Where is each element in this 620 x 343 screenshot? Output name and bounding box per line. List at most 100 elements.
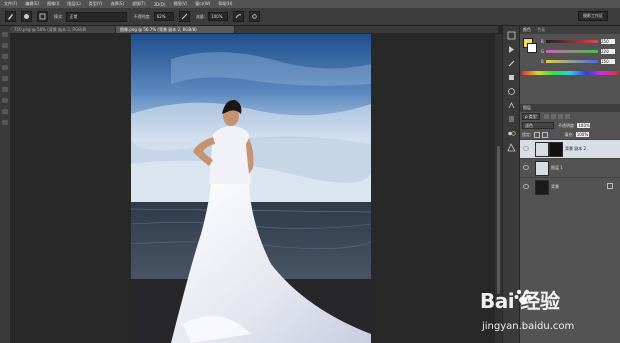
- color-panel: R 250 G 220 B 150: [520, 34, 620, 76]
- workspace-button[interactable]: 摄影工作区: [578, 11, 608, 21]
- menu-bar: 文件(F) 编辑(E) 图像(I) 图层(L) 类型(Y) 选择(S) 滤镜(T…: [0, 0, 620, 8]
- menu-image[interactable]: 图像(I): [43, 1, 63, 7]
- scrollbar-thumb[interactable]: [497, 146, 500, 294]
- pressure-opacity-icon[interactable]: [178, 11, 190, 22]
- menu-file[interactable]: 文件(F): [0, 1, 21, 7]
- eraser-tool-icon[interactable]: [2, 87, 8, 92]
- channel-slider-b[interactable]: [546, 60, 598, 63]
- canvas-area[interactable]: [11, 34, 495, 343]
- info-icon[interactable]: [507, 87, 516, 96]
- color-panel-header: 颜色 色板: [520, 26, 620, 34]
- pressure-size-icon[interactable]: [249, 11, 261, 22]
- layer-thumbnail: [535, 161, 549, 176]
- layers-panel: 图层 ρ 类型 滤色 不透明度: 100% 锁定: 填充: 100% 背景 副本…: [520, 104, 620, 196]
- tab-swatches[interactable]: 色板: [537, 27, 545, 32]
- tab-document-2[interactable]: 图像.png @ 56.7% (背景 副本 2, RGB/8): [116, 26, 235, 33]
- layer-row[interactable]: 背景 副本 2: [520, 139, 620, 158]
- baidu-jingyan-watermark: Bai 经验 jingyan.baidu.com: [480, 285, 610, 340]
- channel-value-r[interactable]: 250: [601, 39, 615, 44]
- layer-filter-row: ρ 类型: [520, 112, 620, 121]
- mode-select[interactable]: 正常: [66, 11, 128, 22]
- channel-value-b[interactable]: 150: [601, 59, 615, 64]
- character-icon[interactable]: [507, 101, 516, 110]
- channel-slider-g[interactable]: [546, 50, 598, 53]
- menu-layer[interactable]: 图层(L): [63, 1, 84, 7]
- brush-tool-icon[interactable]: [2, 76, 8, 81]
- lock-position-icon[interactable]: [542, 131, 549, 138]
- brush-preset-icon[interactable]: [21, 11, 32, 22]
- filter-adjustment-icon[interactable]: [550, 114, 556, 119]
- brush-tool-icon[interactable]: [5, 11, 16, 22]
- background-color-swatch[interactable]: [527, 43, 537, 53]
- zoom-tool-icon[interactable]: [2, 120, 8, 125]
- layer-opacity-label: 不透明度:: [558, 122, 576, 128]
- menu-window[interactable]: 窗口(W): [191, 1, 214, 7]
- mode-label: 模式:: [54, 13, 64, 19]
- fill-field[interactable]: 100%: [575, 132, 589, 137]
- channel-row-b: B 150: [541, 59, 615, 64]
- menu-type[interactable]: 类型(Y): [85, 1, 107, 7]
- menu-select[interactable]: 选择(S): [106, 1, 128, 7]
- filter-type-icon[interactable]: [557, 114, 563, 119]
- gradient-tool-icon[interactable]: [2, 98, 8, 103]
- tool-presets-icon[interactable]: [506, 143, 516, 152]
- layer-opacity-field[interactable]: 100%: [577, 123, 591, 128]
- visibility-eye-icon[interactable]: [523, 184, 529, 189]
- opacity-field[interactable]: 62%: [153, 12, 174, 21]
- menu-view[interactable]: 视图(V): [169, 1, 191, 7]
- watermark-url: jingyan.baidu.com: [482, 321, 575, 332]
- options-bar: 模式: 正常 不透明度: 62% 流量: 100% 摄影工作区: [0, 8, 620, 26]
- channel-slider-r[interactable]: [546, 40, 598, 43]
- layer-filter-select[interactable]: ρ 类型: [522, 113, 540, 120]
- layer-thumbnail: [535, 180, 549, 195]
- tab-color[interactable]: 颜色: [523, 27, 531, 32]
- history-icon[interactable]: [507, 31, 516, 40]
- channel-row-r: R 250: [541, 39, 615, 44]
- menu-filter[interactable]: 滤镜(T): [128, 1, 150, 7]
- brush-settings-icon[interactable]: [507, 59, 516, 68]
- blend-mode-select[interactable]: 滤色: [522, 122, 554, 129]
- clone-source-icon[interactable]: [507, 129, 516, 138]
- flow-field[interactable]: 100%: [208, 12, 229, 21]
- tab-document-1[interactable]: 750.png @ 56% (背景 副本 2, RGB/8): [10, 26, 116, 33]
- document-tabs: 750.png @ 56% (背景 副本 2, RGB/8) 图像.png @ …: [10, 26, 498, 33]
- marquee-tool-icon[interactable]: [2, 43, 8, 48]
- layer-thumbnail: [535, 142, 549, 157]
- lock-pixels-icon[interactable]: [534, 131, 541, 138]
- menu-3d[interactable]: 3D(D): [150, 2, 170, 7]
- layer-row[interactable]: 图层 1: [520, 158, 620, 177]
- channel-row-g: G 220: [541, 49, 615, 54]
- flow-label: 流量:: [195, 13, 206, 19]
- lock-row: 锁定: 填充: 100%: [520, 130, 620, 139]
- layer-name[interactable]: 背景 副本 2: [565, 146, 586, 152]
- layer-name[interactable]: 背景: [551, 184, 559, 190]
- filter-shape-icon[interactable]: [564, 114, 570, 119]
- layer-name[interactable]: 图层 1: [551, 165, 563, 171]
- move-tool-icon[interactable]: [2, 32, 8, 37]
- document-photo: [131, 34, 371, 343]
- blend-row: 滤色 不透明度: 100%: [520, 121, 620, 130]
- visibility-eye-icon[interactable]: [523, 165, 529, 170]
- actions-icon[interactable]: [507, 45, 516, 54]
- crop-tool-icon[interactable]: [2, 65, 8, 70]
- lock-label: 锁定:: [522, 131, 532, 137]
- lasso-tool-icon[interactable]: [2, 54, 8, 59]
- opacity-label: 不透明度:: [133, 13, 151, 19]
- filter-pixel-icon[interactable]: [543, 114, 549, 119]
- layers-panel-header: 图层: [520, 104, 620, 112]
- properties-icon[interactable]: [507, 73, 516, 82]
- paw-icon: [514, 289, 532, 304]
- channel-value-g[interactable]: 220: [601, 49, 615, 54]
- menu-help[interactable]: 帮助(H): [214, 1, 236, 7]
- layer-row[interactable]: 背景: [520, 177, 620, 196]
- tools-panel: [0, 26, 11, 343]
- visibility-eye-icon[interactable]: [523, 146, 529, 151]
- brush-panel-icon[interactable]: [37, 11, 48, 22]
- type-tool-icon[interactable]: [2, 109, 8, 114]
- color-spectrum[interactable]: [522, 71, 618, 75]
- layer-mask-thumbnail[interactable]: [549, 142, 563, 157]
- menu-edit[interactable]: 编辑(E): [21, 1, 43, 7]
- paragraph-icon[interactable]: [507, 115, 516, 124]
- tab-layers[interactable]: 图层: [523, 105, 531, 110]
- airbrush-icon[interactable]: [233, 11, 245, 22]
